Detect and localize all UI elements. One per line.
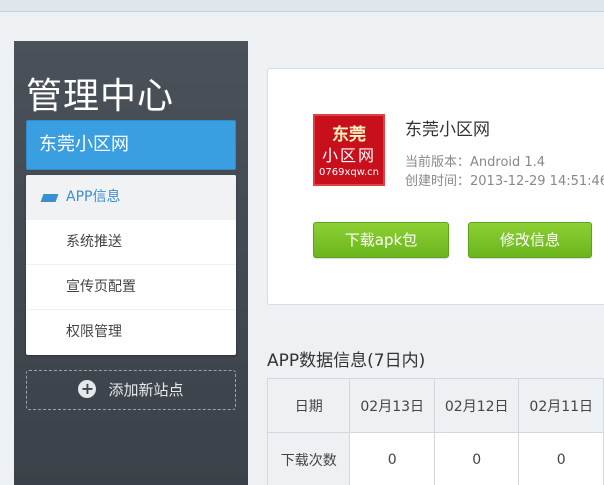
date-cell: 02月11日 xyxy=(518,378,604,433)
date-cell: 02月13日 xyxy=(349,378,435,433)
stats-title: APP数据信息(7日内) xyxy=(267,351,426,371)
sidebar-title: 管理中心 xyxy=(26,76,175,117)
add-site-button[interactable]: + 添加新站点 xyxy=(26,370,236,410)
menu-item-permissions[interactable]: 权限管理 xyxy=(26,310,236,355)
download-count-cell: 0 xyxy=(518,432,604,485)
menu-item-label: 系统推送 xyxy=(66,234,122,250)
app-name: 东莞小区网 xyxy=(405,120,490,140)
app-created-time: 创建时间：2013-12-29 14:51:46 xyxy=(405,174,604,189)
download-count-cell: 0 xyxy=(349,432,435,485)
download-count-cell: 0 xyxy=(433,432,520,485)
menu-item-system-push[interactable]: 系统推送 xyxy=(26,220,236,265)
menu-item-label: 宣传页配置 xyxy=(66,279,136,295)
download-apk-button[interactable]: 下载apk包 xyxy=(313,222,449,258)
sidebar-menu: APP信息 系统推送 宣传页配置 权限管理 xyxy=(26,175,236,355)
menu-item-app-info[interactable]: APP信息 xyxy=(26,175,236,220)
row-header-downloads: 下载次数 xyxy=(266,432,351,485)
table-row: 下载次数 0 0 0 xyxy=(266,432,604,485)
app-logo: 东莞 小区网 0769xqw.cn xyxy=(313,114,385,186)
logo-text-line2: 小区网 xyxy=(321,146,376,165)
row-header-date: 日期 xyxy=(266,378,351,433)
sidebar: 管理中心 东莞小区网 APP信息 系统推送 宣传页配置 权限管理 + 添加新站点 xyxy=(14,41,248,485)
add-site-label: 添加新站点 xyxy=(108,381,184,399)
table-row: 日期 02月13日 02月12日 02月11日 xyxy=(266,378,604,433)
plus-circle-icon: + xyxy=(78,380,97,398)
app-version: 当前版本：Android 1.4 xyxy=(405,155,546,170)
app-info-card: 东莞 小区网 0769xqw.cn 东莞小区网 当前版本：Android 1.4… xyxy=(267,68,604,305)
app-info-icon xyxy=(40,194,59,202)
site-name-header[interactable]: 东莞小区网 xyxy=(26,120,236,170)
menu-item-label: APP信息 xyxy=(66,189,121,205)
edit-info-button[interactable]: 修改信息 xyxy=(468,222,592,258)
menu-item-label: 权限管理 xyxy=(66,324,122,340)
date-cell: 02月12日 xyxy=(433,378,520,433)
menu-item-promo-config[interactable]: 宣传页配置 xyxy=(26,265,236,310)
top-header xyxy=(0,0,604,12)
stats-table: 日期 02月13日 02月12日 02月11日 下载次数 0 0 0 xyxy=(266,378,604,485)
logo-text-line3: 0769xqw.cn xyxy=(319,167,379,178)
